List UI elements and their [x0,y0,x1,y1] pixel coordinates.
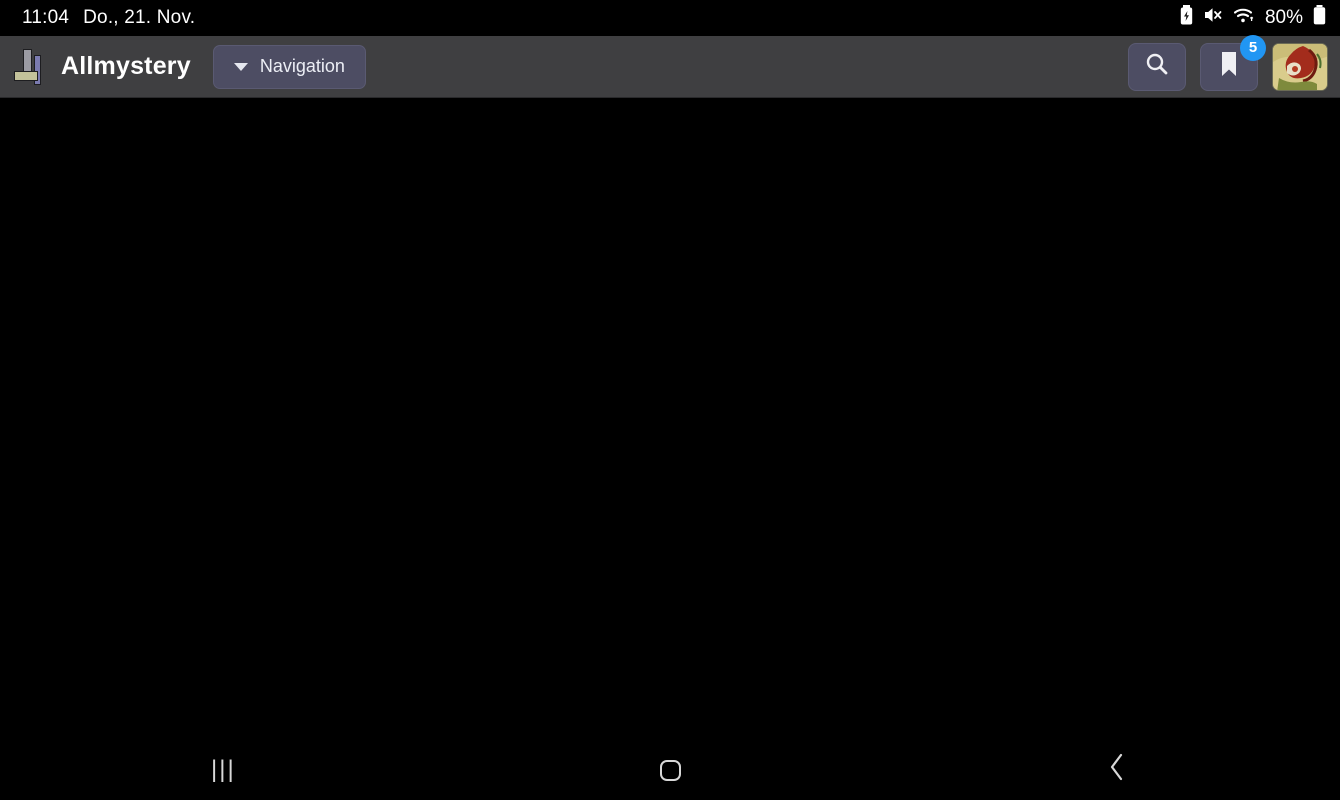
status-bar: 11:04 Do., 21. Nov. 80% [0,0,1340,36]
wifi-icon [1233,5,1255,31]
bookmark-badge: 5 [1240,35,1266,61]
battery-saver-icon [1180,5,1193,31]
navigation-button[interactable]: Navigation [213,45,366,89]
app-header: Allmystery Navigation 5 [0,36,1340,98]
home-icon [660,760,681,781]
header-actions: 5 [1128,43,1328,91]
search-icon [1144,51,1170,82]
recents-icon: ||| [211,756,236,784]
phone-screen: 11:04 Do., 21. Nov. 80% Allmystery [0,0,1340,800]
navigation-button-label: Navigation [260,56,345,77]
bookmark-icon [1220,51,1238,82]
brand-title: Allmystery [61,52,191,81]
home-button[interactable] [447,760,894,781]
user-sidebar: Stadthexe beschäftigt Mein Profil [1042,98,1340,106]
chevron-down-icon [234,63,248,71]
recents-button[interactable]: ||| [0,756,447,784]
status-bar-right: 80% [1180,5,1326,31]
search-button[interactable] [1128,43,1186,91]
status-bar-left: 11:04 Do., 21. Nov. [22,7,195,29]
bookmarks-button[interactable]: 5 [1200,43,1258,91]
clock-time: 11:04 [22,7,69,29]
header-avatar[interactable] [1272,43,1328,91]
clock-date: Do., 21. Nov. [83,7,195,29]
system-navigation-bar: ||| [0,740,1340,800]
allmystery-logo-icon [14,49,48,85]
battery-icon [1313,5,1326,31]
brand[interactable]: Allmystery [14,49,191,85]
back-button[interactable] [893,752,1340,789]
mute-icon [1203,5,1223,31]
battery-percent: 80% [1265,7,1303,29]
chevron-left-icon [1107,752,1127,789]
